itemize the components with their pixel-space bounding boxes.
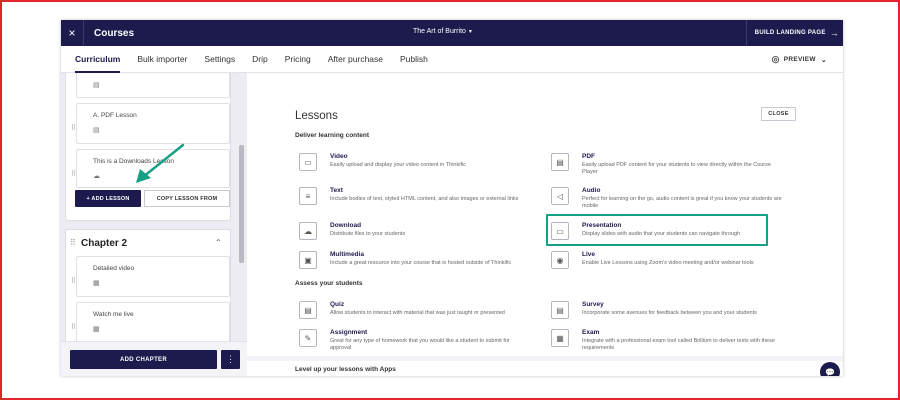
- pencil-icon: ✎: [299, 329, 317, 347]
- add-chapter-button[interactable]: ADD CHAPTER: [70, 350, 217, 369]
- top-bar: × Courses The Art of Burrito ▾ BUILD LAND…: [61, 20, 843, 46]
- cloud-download-icon: ☁: [93, 173, 100, 180]
- lesson-type-name: Quiz: [330, 301, 345, 308]
- drag-handle-icon[interactable]: ⠿: [71, 323, 76, 331]
- presentation-highlight-box: [546, 214, 768, 246]
- lesson-type-desc: Incorporate some avenues for feedback be…: [582, 310, 757, 316]
- deliver-heading: Deliver learning content: [295, 132, 370, 139]
- arrow-right-icon: →: [829, 28, 839, 38]
- tab-after-purchase[interactable]: After purchase: [328, 46, 383, 73]
- close-icon[interactable]: ×: [61, 26, 83, 40]
- survey-icon: ▤: [551, 301, 569, 319]
- sidebar-scrollbar[interactable]: [239, 145, 244, 263]
- chevron-down-icon: ⌄: [820, 56, 827, 64]
- lesson-type-desc: Distribute files to your students: [330, 231, 406, 237]
- lesson-type-name: Live: [582, 251, 596, 258]
- lesson-type-name: Exam: [582, 329, 600, 336]
- lesson-type-name: PDF: [582, 153, 595, 160]
- video-icon: ▦: [93, 326, 100, 333]
- add-lesson-button[interactable]: + ADD LESSON: [75, 190, 141, 207]
- course-name: The Art of Burrito: [413, 28, 466, 35]
- topbar-divider: [83, 20, 84, 46]
- chat-bubble-icon[interactable]: 💬: [820, 362, 840, 376]
- chevron-up-icon[interactable]: ⌃: [215, 238, 222, 247]
- lesson-type-name: Survey: [582, 301, 604, 308]
- chapter-title[interactable]: Chapter 2: [81, 238, 127, 249]
- text-icon: ≡: [299, 187, 317, 205]
- tab-publish[interactable]: Publish: [400, 46, 428, 73]
- sidebar-footer: ADD CHAPTER ⋮: [61, 341, 247, 376]
- tab-curriculum[interactable]: Curriculum: [75, 46, 121, 73]
- lesson-type-name: Audio: [582, 187, 601, 194]
- preview-label: PREVIEW: [783, 56, 816, 63]
- lesson-type-desc: Integrate with a professional exam tool …: [582, 338, 775, 351]
- speaker-icon: ◁: [551, 187, 569, 205]
- lesson-type-desc: Easily upload and display your video con…: [330, 162, 466, 168]
- live-broadcast-icon: ◉: [551, 251, 569, 269]
- lesson-item[interactable]: ⠿ Watch me live ▦: [71, 302, 230, 343]
- lesson-type-desc: Great for any type of homework that you …: [330, 338, 510, 351]
- lesson-type-name: Assignment: [330, 329, 368, 336]
- drag-handle-icon[interactable]: ⠿: [71, 170, 76, 178]
- section-title: Courses: [94, 27, 135, 39]
- document-icon: ▤: [93, 82, 100, 89]
- drag-handle-icon[interactable]: ⠿: [71, 277, 76, 285]
- lesson-type-name: Multimedia: [330, 251, 364, 258]
- caret-down-icon: ▾: [468, 29, 472, 35]
- lesson-item[interactable]: ▤: [76, 73, 230, 98]
- cloud-download-icon: ☁: [299, 222, 317, 240]
- tab-pricing[interactable]: Pricing: [285, 46, 311, 73]
- course-selector[interactable]: The Art of Burrito ▾: [413, 28, 472, 35]
- build-landing-page-button[interactable]: BUILD LANDING PAGE →: [745, 20, 843, 46]
- lessons-panel: Lessons CLOSE Deliver learning content ▭…: [247, 73, 843, 376]
- tab-bulk-importer[interactable]: Bulk importer: [137, 46, 187, 73]
- tab-settings[interactable]: Settings: [204, 46, 235, 73]
- drag-handle-icon[interactable]: ⠿: [70, 238, 76, 247]
- app-window: × Courses The Art of Burrito ▾ BUILD LAND…: [61, 20, 843, 376]
- more-options-icon[interactable]: ⋮: [221, 350, 240, 369]
- annotation-arrow-icon: [136, 143, 185, 183]
- drag-handle-icon[interactable]: ⠿: [71, 124, 76, 132]
- lesson-title: Watch me live: [93, 311, 134, 318]
- multimedia-icon: ▣: [299, 251, 317, 269]
- eye-icon: ◎: [771, 54, 780, 64]
- exam-icon: ▦: [551, 329, 569, 347]
- tab-bar: Curriculum Bulk importer Settings Drip P…: [61, 46, 843, 73]
- close-button[interactable]: CLOSE: [761, 107, 796, 121]
- lesson-type-desc: Easily upload PDF content for your stude…: [582, 162, 771, 175]
- video-icon: ▦: [93, 280, 100, 287]
- video-icon: ▭: [299, 153, 317, 171]
- pdf-icon: ▤: [93, 127, 100, 134]
- preview-button[interactable]: ◎ PREVIEW ⌄: [772, 46, 827, 73]
- lesson-type-name: Video: [330, 153, 348, 160]
- lesson-item[interactable]: ⠿ Detailed video ▦: [71, 256, 230, 297]
- copy-lesson-from-button[interactable]: COPY LESSON FROM: [144, 190, 230, 207]
- quiz-icon: ▤: [299, 301, 317, 319]
- lesson-title: Detailed video: [93, 265, 135, 272]
- lesson-type-name: Download: [330, 222, 362, 229]
- tab-drip[interactable]: Drip: [252, 46, 268, 73]
- build-landing-page-label: BUILD LANDING PAGE: [754, 30, 826, 36]
- lesson-type-desc: Enable Live Lessons using Zoom's video m…: [582, 260, 754, 266]
- apps-section: Level up your lessons with Apps: [247, 361, 843, 376]
- lesson-type-name: Text: [330, 187, 343, 194]
- page-title: Lessons: [295, 110, 338, 122]
- curriculum-sidebar: ▤ ⠿ A. PDF Lesson ▤ ⠿ This is a Download…: [61, 73, 247, 376]
- lesson-item[interactable]: ⠿ A. PDF Lesson ▤: [71, 103, 230, 144]
- lesson-type-desc: Perfect for learning on the go, audio co…: [582, 196, 782, 209]
- lesson-type-desc: Allow students to interact with material…: [330, 310, 505, 316]
- pdf-icon: ▤: [551, 153, 569, 171]
- assess-heading: Assess your students: [295, 280, 363, 287]
- lesson-type-desc: Include a great resource into your cours…: [330, 260, 512, 266]
- apps-heading: Level up your lessons with Apps: [295, 366, 396, 373]
- lessons-card: Lessons CLOSE Deliver learning content ▭…: [247, 73, 843, 356]
- lesson-type-desc: Include bodies of text, styled HTML cont…: [330, 196, 519, 202]
- lesson-title: A. PDF Lesson: [93, 112, 137, 119]
